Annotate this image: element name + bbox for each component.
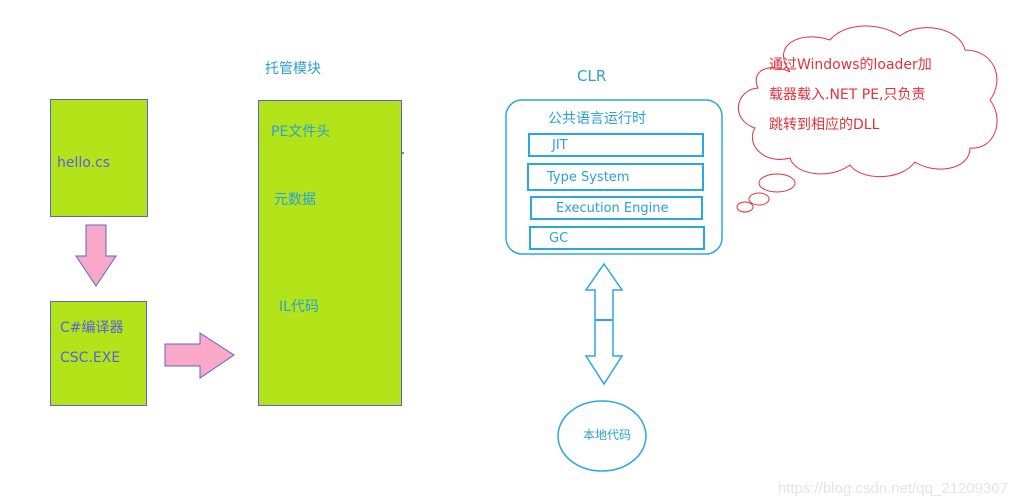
clr-component-gc: GC [529, 226, 705, 250]
clr-component-label: Type System [547, 169, 630, 185]
callout-line-1: 通过Windows的loader加 [769, 57, 932, 73]
callout-bubble-small [736, 201, 754, 213]
native-code-label: 本地代码 [583, 428, 632, 442]
compiler-exe: CSC.EXE [60, 350, 121, 366]
callout-bubble-large [758, 173, 796, 193]
clr-component-label: Execution Engine [556, 200, 669, 216]
diagram-canvas [75, 25, 998, 472]
callout-line-3: 跳转到相应的DLL [769, 117, 880, 133]
callout-bubble-medium [748, 192, 770, 206]
clr-title: CLR [577, 67, 607, 85]
source-file-label: hello.cs [57, 155, 111, 171]
section-metadata: 元数据 [274, 192, 316, 208]
clr-component-execution-engine: Execution Engine [530, 196, 703, 220]
managed-module-box: PE文件头 元数据 IL代码 [258, 100, 402, 406]
watermark: https://blog.csdn.net/qq_21209307 [777, 480, 1008, 497]
clr-component-type-system: Type System [527, 163, 704, 191]
section-il-code: IL代码 [279, 299, 319, 315]
right-arrow-icon [164, 332, 235, 379]
managed-module-title: 托管模块 [265, 61, 321, 77]
callout-line-2: 载器载入.NET PE,只负责 [769, 87, 926, 103]
source-file-box: hello.cs [50, 99, 148, 217]
clr-component-label: JIT [552, 137, 568, 153]
clr-component-label: GC [549, 230, 569, 246]
clr-subtitle: 公共语言运行时 [548, 111, 646, 127]
compiler-name: C#编译器 [60, 320, 124, 336]
compiler-box: C#编译器 CSC.EXE [50, 301, 147, 406]
double-arrow-icon [584, 262, 624, 386]
section-pe-header: PE文件头 [271, 124, 331, 140]
down-arrow-icon [75, 224, 117, 287]
clr-component-jit: JIT [528, 133, 704, 157]
